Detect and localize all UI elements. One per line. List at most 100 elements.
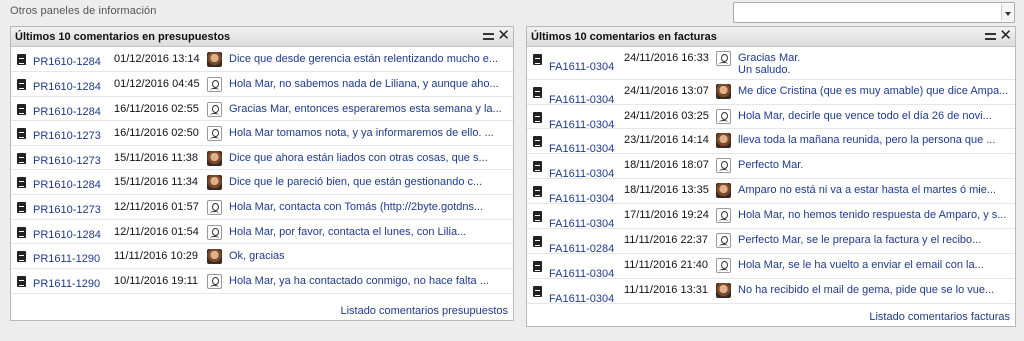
user-avatar bbox=[716, 208, 731, 223]
comment-text-link[interactable]: Hola Mar, contacta con Tomás (http://2by… bbox=[229, 201, 483, 213]
comment-row: PR1610-1273 15/11/2016 11:38 Dice que ahor… bbox=[11, 146, 513, 170]
comment-date: 24/11/2016 13:07 bbox=[624, 85, 709, 97]
document-icon bbox=[533, 87, 542, 98]
user-avatar bbox=[716, 283, 731, 298]
comment-text-link[interactable]: Hola Mar, se le ha vuelto a enviar el em… bbox=[738, 259, 984, 271]
panel-title: Últimos 10 comentarios en presupuestos bbox=[15, 31, 231, 43]
comment-text-link[interactable]: Hola Mar, decirle que vence todo el día … bbox=[738, 110, 992, 122]
comment-row: FA1611-0304 18/11/2016 13:35 Amparo no est… bbox=[527, 179, 1015, 205]
comment-row: PR1610-1273 16/11/2016 02:50 Hola Mar toma… bbox=[11, 121, 513, 146]
document-icon bbox=[533, 286, 542, 297]
comment-text-link[interactable]: Perfecto Mar. bbox=[738, 159, 803, 171]
menu-icon[interactable] bbox=[483, 33, 494, 40]
document-ref-link[interactable]: PR1611-1290 bbox=[33, 253, 100, 265]
comment-text-link[interactable]: Dice que ahora están liados con otras co… bbox=[229, 152, 488, 164]
document-ref-link[interactable]: PR1610-1284 bbox=[33, 56, 101, 68]
document-icon bbox=[533, 54, 542, 65]
comment-text-link[interactable]: Dice que desde gerencia están relentizan… bbox=[229, 53, 498, 65]
document-icon bbox=[17, 177, 26, 188]
comment-text-link[interactable]: Me dice Cristina (que es muy amable) que… bbox=[738, 85, 1008, 97]
comment-text-link[interactable]: Gracias Mar. Un saludo. bbox=[738, 52, 800, 76]
comment-text-link[interactable]: Hola Mar, ya ha contactado conmigo, no h… bbox=[229, 275, 489, 287]
comment-text-link[interactable]: No ha recibido el mail de gema, pide que… bbox=[738, 284, 994, 296]
document-icon bbox=[17, 276, 26, 287]
document-ref-link[interactable]: PR1610-1273 bbox=[33, 204, 101, 216]
comment-text-link[interactable]: Hola Mar, no sabemos nada de Liliana, y … bbox=[229, 78, 499, 90]
document-icon bbox=[17, 104, 26, 115]
user-avatar bbox=[207, 274, 222, 289]
document-ref-link[interactable]: PR1610-1284 bbox=[33, 229, 101, 241]
document-ref-link[interactable]: PR1610-1284 bbox=[33, 106, 101, 118]
document-icon bbox=[17, 251, 26, 262]
document-icon bbox=[17, 227, 26, 238]
comment-date: 16/11/2016 02:50 bbox=[114, 127, 199, 139]
comment-text-link[interactable]: Dice que le pareció bien, que están gest… bbox=[229, 176, 482, 188]
document-icon bbox=[17, 202, 26, 213]
comment-row: PR1611-1290 10/11/2016 19:11 Hola Mar, ya … bbox=[11, 269, 513, 294]
user-avatar bbox=[207, 249, 222, 264]
comment-row: FA1611-0304 18/11/2016 18:07 Perfecto Mar. bbox=[527, 154, 1015, 180]
section-title: Otros paneles de información bbox=[10, 5, 157, 17]
panel-title: Últimos 10 comentarios en facturas bbox=[531, 31, 717, 43]
budget-comments-panel: Últimos 10 comentarios en presupuestos ✕… bbox=[10, 26, 514, 321]
document-ref-link[interactable]: PR1610-1273 bbox=[33, 130, 101, 142]
comment-row: PR1610-1284 12/11/2016 01:54 Hola Mar, por… bbox=[11, 220, 513, 244]
user-avatar bbox=[207, 52, 222, 67]
comment-row: PR1610-1284 15/11/2016 11:34 Dice que le p… bbox=[11, 170, 513, 195]
menu-icon[interactable] bbox=[985, 33, 996, 40]
budget-comments-list-link[interactable]: Listado comentarios presupuestos bbox=[340, 305, 508, 317]
comment-date: 12/11/2016 01:57 bbox=[114, 201, 199, 213]
comment-text-link[interactable]: Hola Mar tomamos nota, y ya informaremos… bbox=[229, 127, 494, 139]
user-avatar bbox=[207, 102, 222, 117]
comment-date: 12/11/2016 01:54 bbox=[114, 226, 199, 238]
comment-date: 01/12/2016 04:45 bbox=[114, 78, 200, 90]
user-avatar bbox=[716, 84, 731, 99]
comment-text-link[interactable]: Hola Mar, por favor, contacta el lunes, … bbox=[229, 226, 466, 238]
user-avatar bbox=[716, 51, 731, 66]
user-avatar bbox=[716, 109, 731, 124]
comment-text-link[interactable]: Perfecto Mar, se le prepara la factura y… bbox=[738, 234, 981, 246]
comment-row: FA1611-0304 11/11/2016 21:40 Hola Mar, se … bbox=[527, 254, 1015, 280]
comment-text-link[interactable]: lleva toda la mañana reunida, pero la pe… bbox=[738, 134, 995, 146]
comment-text-link[interactable]: Gracias Mar, entonces esperaremos esta s… bbox=[229, 103, 502, 115]
user-avatar bbox=[716, 133, 731, 148]
document-ref-link[interactable]: FA1611-0304 bbox=[549, 61, 614, 73]
document-icon bbox=[533, 186, 542, 197]
document-icon bbox=[17, 79, 26, 90]
comment-text-link[interactable]: Amparo no está ni va a estar hasta el ma… bbox=[738, 184, 996, 196]
document-icon bbox=[533, 236, 542, 247]
close-icon[interactable]: ✕ bbox=[999, 28, 1012, 44]
document-ref-link[interactable]: PR1610-1284 bbox=[33, 81, 101, 93]
comment-row: FA1611-0304 17/11/2016 19:24 Hola Mar, no … bbox=[527, 204, 1015, 230]
comment-date: 11/11/2016 10:29 bbox=[114, 250, 199, 262]
comment-list: FA1611-0304 24/11/2016 16:33 Gracias Mar. … bbox=[527, 47, 1015, 305]
comment-row: PR1611-1290 11/11/2016 10:29 Ok, gracias bbox=[11, 244, 513, 269]
panel-select[interactable] bbox=[733, 2, 1015, 23]
comment-text-link[interactable]: Ok, gracias bbox=[229, 250, 285, 262]
comment-date: 11/11/2016 22:37 bbox=[624, 234, 709, 246]
comment-date: 18/11/2016 18:07 bbox=[624, 159, 709, 171]
user-avatar bbox=[716, 258, 731, 273]
comment-list: PR1610-1284 01/12/2016 13:14 Dice que desd… bbox=[11, 47, 513, 294]
comment-date: 15/11/2016 11:34 bbox=[114, 176, 199, 188]
invoice-comments-list-link[interactable]: Listado comentarios facturas bbox=[869, 311, 1010, 323]
document-ref-link[interactable]: FA1611-0304 bbox=[549, 293, 614, 305]
user-avatar bbox=[207, 77, 222, 92]
comment-date: 15/11/2016 11:38 bbox=[114, 152, 199, 164]
comment-row: FA1611-0304 24/11/2016 16:33 Gracias Mar. … bbox=[527, 47, 1015, 80]
comment-date: 10/11/2016 19:11 bbox=[114, 275, 199, 287]
user-avatar bbox=[207, 225, 222, 240]
comment-row: FA1611-0304 23/11/2016 14:14 lleva toda la… bbox=[527, 129, 1015, 155]
comment-date: 24/11/2016 03:25 bbox=[624, 110, 709, 122]
comment-row: PR1610-1273 12/11/2016 01:57 Hola Mar, con… bbox=[11, 195, 513, 220]
close-icon[interactable]: ✕ bbox=[497, 28, 510, 44]
document-icon bbox=[533, 211, 542, 222]
chevron-down-icon[interactable] bbox=[1001, 4, 1013, 21]
comment-text-link[interactable]: Hola Mar, no hemos tenido respuesta de A… bbox=[738, 209, 1006, 221]
comment-date: 17/11/2016 19:24 bbox=[624, 209, 709, 221]
comment-date: 11/11/2016 21:40 bbox=[624, 259, 709, 271]
panel-header: Últimos 10 comentarios en facturas ✕ bbox=[527, 27, 1015, 47]
document-ref-link[interactable]: PR1610-1273 bbox=[33, 155, 101, 167]
document-ref-link[interactable]: PR1610-1284 bbox=[33, 179, 101, 191]
document-ref-link[interactable]: PR1611-1290 bbox=[33, 278, 100, 290]
